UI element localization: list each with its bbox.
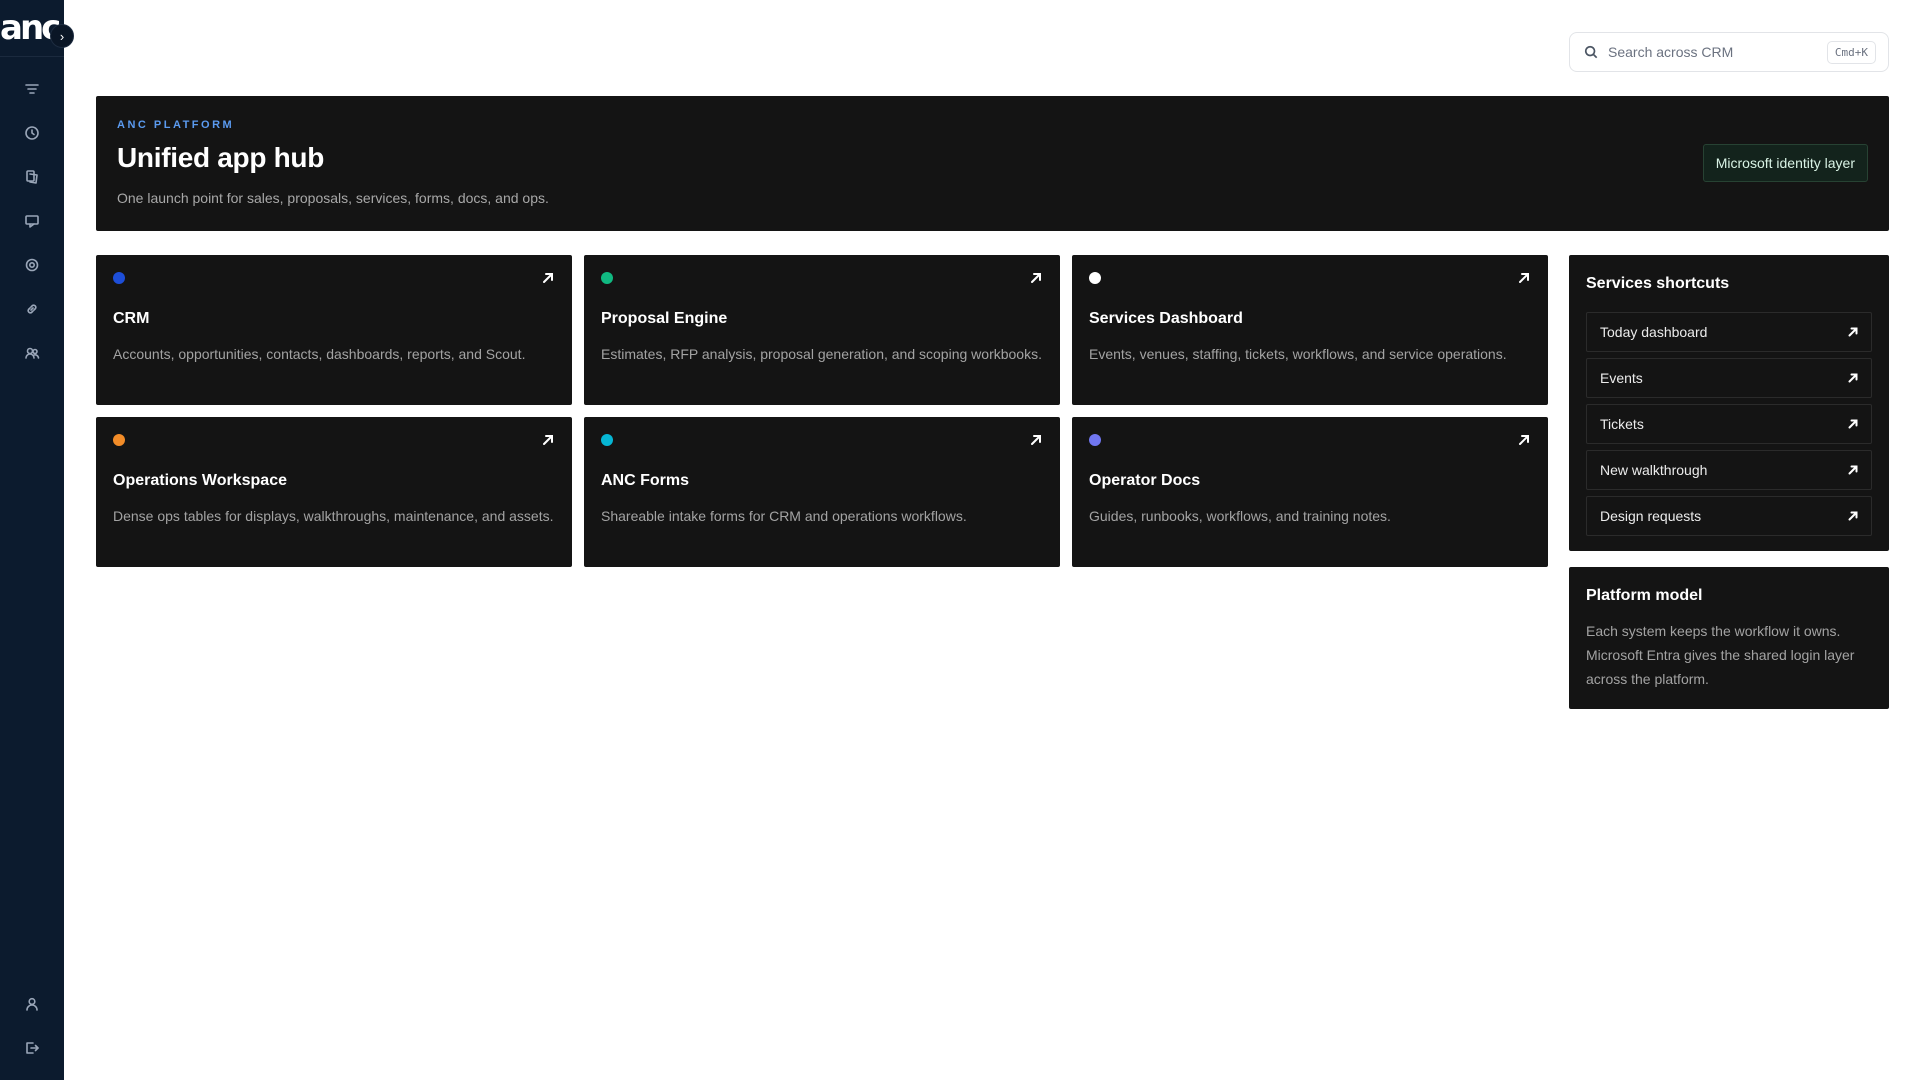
logout-icon xyxy=(26,1042,39,1054)
open-external-icon xyxy=(1848,511,1858,521)
search-input[interactable]: Search across CRM xyxy=(1608,44,1827,60)
open-external-icon[interactable] xyxy=(542,271,556,285)
app-card-anc-forms[interactable]: ANC Forms Shareable intake forms for CRM… xyxy=(584,417,1060,567)
open-external-icon[interactable] xyxy=(542,433,556,447)
app-card-description: Dense ops tables for displays, walkthrou… xyxy=(113,508,554,524)
chevron-right-icon: › xyxy=(59,28,65,44)
open-external-icon[interactable] xyxy=(1518,433,1532,447)
app-status-dot xyxy=(601,434,613,446)
platform-model-title: Platform model xyxy=(1586,587,1703,604)
app-status-dot xyxy=(113,434,125,446)
app-card-title: Proposal Engine xyxy=(601,310,728,327)
sidebar-expand-button[interactable]: › xyxy=(50,24,74,48)
sidebar-item-filters[interactable] xyxy=(22,79,42,99)
app-card-title: ANC Forms xyxy=(601,472,690,489)
inbox-icon xyxy=(25,215,39,228)
platform-model-panel: Platform model Each system keeps the wor… xyxy=(1569,567,1889,709)
open-external-icon[interactable] xyxy=(1030,433,1044,447)
app-status-dot xyxy=(1089,272,1101,284)
shortcut-label: Today dashboard xyxy=(1600,324,1708,340)
sidebar-item-settings[interactable] xyxy=(22,255,42,275)
users-icon xyxy=(25,347,40,359)
open-external-icon xyxy=(1848,419,1858,429)
app-card-services-dashboard[interactable]: Services Dashboard Events, venues, staff… xyxy=(1072,255,1548,405)
global-search[interactable]: Search across CRM Cmd+K xyxy=(1569,32,1889,72)
link-icon xyxy=(27,304,37,314)
app-card-description: Events, venues, staffing, tickets, workf… xyxy=(1089,346,1507,362)
sidebar-item-inbox[interactable] xyxy=(22,211,42,231)
user-icon xyxy=(26,997,38,1011)
shortcut-new-walkthrough[interactable]: New walkthrough xyxy=(1586,450,1872,490)
shortcut-label: Design requests xyxy=(1600,508,1702,524)
services-shortcuts-title: Services shortcuts xyxy=(1586,275,1730,292)
shortcut-label: Tickets xyxy=(1600,416,1644,432)
app-card-operator-docs[interactable]: Operator Docs Guides, runbooks, workflow… xyxy=(1072,417,1548,567)
app-status-dot xyxy=(601,272,613,284)
shortcut-today-dashboard[interactable]: Today dashboard xyxy=(1586,312,1872,352)
sidebar-item-recent[interactable] xyxy=(22,123,42,143)
sidebar-item-profile[interactable] xyxy=(22,994,42,1014)
app-card-proposal-engine[interactable]: Proposal Engine Estimates, RFP analysis,… xyxy=(584,255,1060,405)
hero-subtitle: One launch point for sales, proposals, s… xyxy=(117,190,549,206)
open-external-icon xyxy=(1848,373,1858,383)
app-card-description: Accounts, opportunities, contacts, dashb… xyxy=(113,346,526,362)
app-card-crm[interactable]: CRM Accounts, opportunities, contacts, d… xyxy=(96,255,572,405)
platform-model-text: Each system keeps the workflow it owns. … xyxy=(1586,623,1855,687)
app-card-description: Guides, runbooks, workflows, and trainin… xyxy=(1089,508,1391,524)
filter-icon xyxy=(25,84,39,94)
shortcut-events[interactable]: Events xyxy=(1586,358,1872,398)
open-external-icon[interactable] xyxy=(1030,271,1044,285)
search-shortcut-hint: Cmd+K xyxy=(1826,40,1876,64)
page-title: Unified app hub xyxy=(117,142,325,173)
app-status-dot xyxy=(113,272,125,284)
shortcut-design-requests[interactable]: Design requests xyxy=(1586,496,1872,536)
app-card-description: Shareable intake forms for CRM and opera… xyxy=(601,508,967,524)
sidebar-item-links[interactable] xyxy=(22,299,42,319)
settings-icon xyxy=(25,258,39,272)
search-icon xyxy=(1584,45,1598,59)
open-external-icon xyxy=(1848,327,1858,337)
hero-eyebrow: ANC PLATFORM xyxy=(117,119,235,131)
app-card-title: Services Dashboard xyxy=(1089,310,1243,327)
documents-icon xyxy=(26,170,38,184)
app-card-description: Estimates, RFP analysis, proposal genera… xyxy=(601,346,1042,362)
shortcut-tickets[interactable]: Tickets xyxy=(1586,404,1872,444)
sidebar-divider xyxy=(0,56,64,57)
open-external-icon xyxy=(1848,465,1858,475)
shortcut-label: Events xyxy=(1600,370,1643,386)
sidebar-item-team[interactable] xyxy=(22,343,42,363)
clock-icon xyxy=(25,126,39,140)
shortcut-label: New walkthrough xyxy=(1600,462,1708,478)
sidebar-item-logout[interactable] xyxy=(22,1038,42,1058)
sidebar: anc › xyxy=(0,0,74,1080)
app-card-title: Operations Workspace xyxy=(113,472,287,489)
app-card-title: CRM xyxy=(113,310,150,327)
hero-banner: ANC PLATFORM Unified app hub One launch … xyxy=(96,96,1889,231)
open-external-icon[interactable] xyxy=(1518,271,1532,285)
services-shortcuts-panel: Services shortcuts Today dashboard Event… xyxy=(1569,255,1889,551)
app-card-operations-workspace[interactable]: Operations Workspace Dense ops tables fo… xyxy=(96,417,572,567)
app-status-dot xyxy=(1089,434,1101,446)
identity-layer-badge[interactable]: Microsoft identity layer xyxy=(1702,144,1868,182)
app-card-title: Operator Docs xyxy=(1089,472,1201,489)
sidebar-item-documents[interactable] xyxy=(22,167,42,187)
